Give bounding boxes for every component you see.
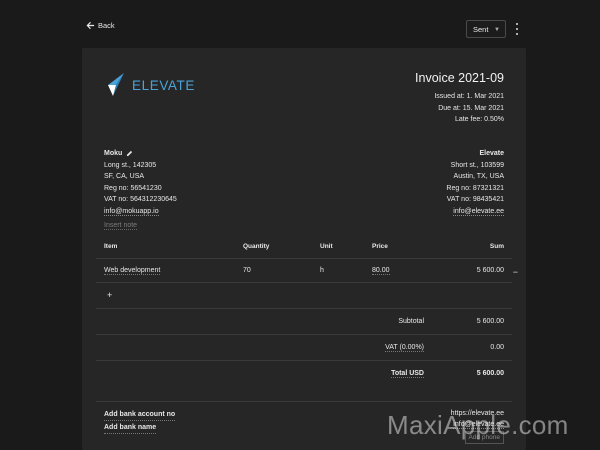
back-label: Back	[98, 21, 115, 30]
company-name: Elevate	[479, 150, 504, 157]
company-address1: Short st., 103599	[450, 161, 504, 169]
subtotal-row: Subtotal 5 600.00	[96, 309, 512, 335]
insert-note-button[interactable]: Insert note	[104, 222, 138, 230]
client-address1: Long st., 142305	[104, 161, 157, 169]
footer-email[interactable]: info@elevate.ee	[453, 421, 504, 429]
item-quantity[interactable]: 70	[243, 267, 251, 274]
add-row-icon[interactable]: +	[107, 290, 112, 300]
footer-divider	[96, 401, 512, 402]
company-website[interactable]: https://elevate.ee	[451, 408, 504, 419]
client-vat: VAT no: 564312230645	[104, 196, 177, 203]
table-header: Item Quantity Unit Price Sum	[96, 235, 512, 259]
item-unit[interactable]: h	[320, 267, 324, 274]
add-bank-name-button[interactable]: Add bank name	[104, 422, 157, 434]
client-address2: SF, CA, USA	[104, 173, 145, 180]
header-price: Price	[372, 243, 388, 250]
header-quantity: Quantity	[243, 243, 270, 250]
total-label[interactable]: Total USD	[391, 370, 424, 378]
item-price[interactable]: 80.00	[372, 267, 390, 275]
vat-row: VAT (0.00%) 0.00	[96, 335, 512, 361]
late-fee[interactable]: Late fee: 0.50%	[415, 114, 504, 126]
arrow-left-icon	[86, 21, 95, 30]
vat-label[interactable]: VAT (0.00%)	[385, 344, 424, 352]
logo-text: ELEVATE	[132, 77, 195, 93]
header-sum: Sum	[489, 243, 504, 250]
company-address2: Austin, TX, USA	[453, 173, 504, 180]
client-details: Moku Long st., 142305 SF, CA, USA Reg no…	[104, 148, 177, 217]
invoice-title[interactable]: Invoice 2021-09	[415, 71, 504, 85]
company-email[interactable]: info@elevate.ee	[453, 207, 504, 216]
status-value: Sent	[473, 24, 489, 34]
subtotal-label: Subtotal	[398, 318, 424, 325]
client-reg: Reg no: 56541230	[104, 184, 162, 192]
back-button[interactable]: Back	[86, 21, 115, 30]
company-details: Elevate Short st., 103599 Austin, TX, US…	[446, 148, 504, 217]
vat-value: 0.00	[490, 344, 504, 351]
total-value: 5 600.00	[476, 370, 504, 377]
due-date[interactable]: Due at: 15. Mar 2021	[415, 103, 504, 115]
total-row: Total USD 5 600.00	[96, 361, 512, 387]
item-name[interactable]: Web development	[104, 267, 161, 275]
add-phone-button[interactable]: Add phone	[464, 431, 504, 444]
company-vat: VAT no: 98435421	[446, 196, 504, 203]
more-options-icon[interactable]	[513, 23, 521, 35]
client-email[interactable]: info@mokuapp.io	[104, 207, 159, 216]
line-items-table: Item Quantity Unit Price Sum Web develop…	[96, 235, 518, 309]
top-bar: Back Sent ▼	[0, 0, 600, 48]
bank-details: Add bank account no Add bank name	[104, 409, 176, 435]
company-logo: ELEVATE	[104, 72, 195, 98]
status-select[interactable]: Sent ▼	[466, 20, 506, 38]
client-name: Moku	[104, 150, 123, 157]
header-item: Item	[104, 243, 118, 250]
header-unit: Unit	[320, 243, 333, 250]
client-name-row: Moku	[104, 148, 177, 160]
add-row: +	[96, 283, 512, 309]
add-bank-account-button[interactable]: Add bank account no	[104, 409, 176, 421]
totals-section: Subtotal 5 600.00 VAT (0.00%) 0.00 Total…	[96, 309, 512, 387]
subtotal-value: 5 600.00	[476, 318, 504, 325]
company-contact: https://elevate.ee info@elevate.ee Add p…	[451, 408, 504, 444]
caret-down-icon: ▼	[494, 27, 500, 33]
elevate-logo-icon	[108, 73, 124, 96]
table-row: Web development 70 h 80.00 5 600.00 −	[96, 259, 518, 283]
invoice-header: Invoice 2021-09 Issued at: 1. Mar 2021 D…	[415, 71, 504, 126]
pencil-icon[interactable]	[126, 150, 133, 157]
company-reg: Reg no: 87321321	[446, 184, 504, 192]
item-sum: 5 600.00	[476, 267, 504, 274]
invoice-sheet: ELEVATE Invoice 2021-09 Issued at: 1. Ma…	[82, 48, 526, 450]
remove-row-icon[interactable]: −	[513, 267, 518, 277]
issued-date[interactable]: Issued at: 1. Mar 2021	[415, 91, 504, 103]
